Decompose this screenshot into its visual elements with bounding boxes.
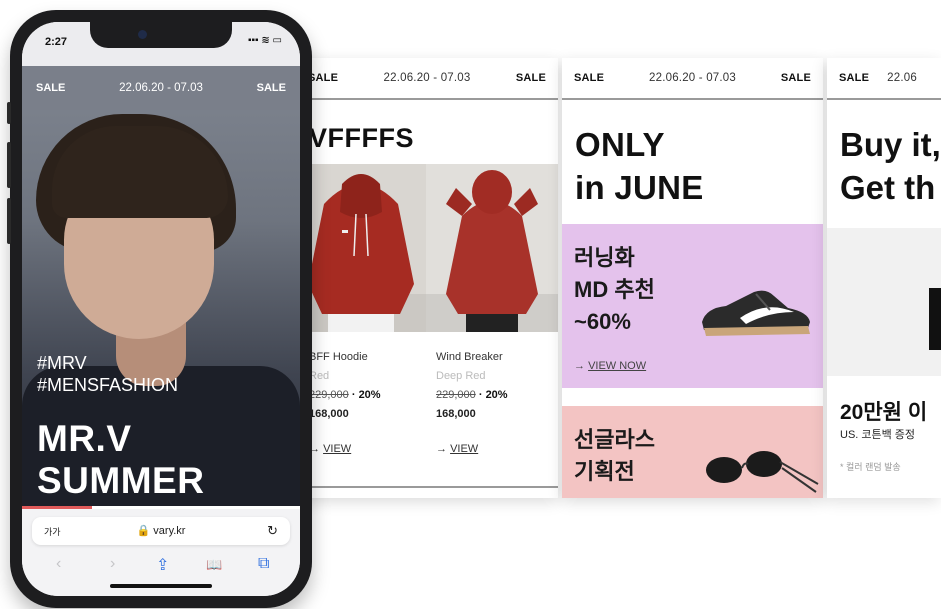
view-link-hoodie[interactable]: → VIEW [309, 443, 351, 455]
sale-label-left: SALE [308, 72, 339, 84]
sunglasses-promo[interactable]: 선글라스 기획전 [562, 406, 823, 498]
hero-banner[interactable]: SALE 22.06.20 - 07.03 SALE #MRV #MENSFAS… [22, 66, 300, 508]
product-name: Wind Breaker [436, 351, 503, 363]
view-now-link[interactable]: → VIEW NOW [574, 360, 646, 372]
promo-line: 기획전 [574, 459, 635, 484]
back-icon[interactable]: ‹ [56, 555, 61, 573]
title-line: Get th [840, 169, 936, 206]
title-line: ONLY [575, 126, 665, 163]
price-separator: · [351, 389, 356, 401]
front-camera [138, 30, 147, 39]
browser-toolbar: ‹ › ⇪ 📖 ⧉ [22, 555, 300, 577]
url-text[interactable]: 🔒 vary.kr [32, 524, 290, 537]
hashtag: #MENSFASHION [37, 375, 179, 395]
hashtag: #MRV [37, 353, 87, 373]
sale-label-left: SALE [574, 72, 605, 84]
hero-header: SALE 22.06.20 - 07.03 SALE [22, 66, 300, 110]
sale-period: 22.06.20 - 07.03 [649, 72, 736, 84]
product-color: Red [309, 370, 330, 382]
product-name: BFF Hoodie [309, 351, 368, 363]
view-link-label: VIEW [450, 443, 479, 455]
title-line: in JUNE [575, 169, 704, 206]
view-now-label: VIEW NOW [588, 360, 647, 372]
view-link-label: VIEW [323, 443, 352, 455]
tabs-icon[interactable]: ⧉ [258, 555, 269, 573]
notch [90, 22, 232, 48]
gift-bag-photo[interactable] [827, 228, 941, 376]
card-header: SALE 22.06 [827, 58, 941, 100]
home-indicator [110, 584, 212, 588]
signal-wifi-battery-icon: ▪▪▪ ≋ ▭ [247, 35, 282, 46]
sale-period: 22.06 [887, 72, 917, 84]
card-header: SALE 22.06.20 - 07.03 SALE [296, 58, 558, 100]
price-separator: · [478, 389, 483, 401]
hoodie-photo[interactable] [296, 164, 426, 332]
forward-icon[interactable]: › [110, 555, 115, 573]
silent-switch [7, 102, 11, 124]
sale-label-right: SALE [515, 72, 546, 84]
arrow-right-icon: → [436, 443, 447, 455]
running-shoes-promo[interactable]: 러닝화 MD 추천 ~60% → VIEW NOW [562, 224, 823, 388]
promo-line: 선글라스 [574, 427, 655, 452]
title-line: Buy it, [840, 126, 941, 163]
hero-title-line: SUMMER [37, 460, 205, 501]
card-header: SALE 22.06.20 - 07.03 SALE [562, 58, 823, 100]
sale-period: 22.06.20 - 07.03 [383, 72, 471, 84]
product-color: Deep Red [436, 370, 486, 382]
hero-title: MR.V SUMMER [37, 418, 204, 502]
view-link-windbreaker[interactable]: → VIEW [436, 443, 478, 455]
purchase-threshold: 20만원 이 [840, 401, 928, 424]
phone-screen: 2:27 ▪▪▪ ≋ ▭ SALE 22.06.20 - 07.03 SALE … [22, 22, 300, 596]
sale-period: 22.06.20 - 07.03 [119, 82, 203, 94]
promo-headline: 러닝화 MD 추천 ~60% [574, 242, 655, 338]
sale-label-left: SALE [839, 72, 870, 84]
iphone-mockup: 2:27 ▪▪▪ ≋ ▭ SALE 22.06.20 - 07.03 SALE … [7, 10, 312, 608]
hero-title-line: MR.V [37, 418, 132, 459]
sale-label-left: SALE [36, 82, 66, 94]
bookmarks-icon[interactable]: 📖 [206, 557, 222, 573]
promo-line: ~60% [574, 309, 631, 334]
sunglasses-image [706, 451, 819, 493]
share-icon[interactable]: ⇪ [156, 555, 169, 575]
promo-headline: 선글라스 기획전 [574, 424, 655, 488]
original-price: 229,000 [309, 389, 349, 401]
product-info-windbreaker: Wind Breaker Deep Red 229,000 · 20% 168,… [436, 348, 508, 424]
sale-label-right: SALE [780, 72, 811, 84]
discount-rate: 20% [485, 389, 508, 401]
hashtags: #MRV #MENSFASHION [37, 352, 178, 396]
gift-bag-handle [929, 288, 941, 350]
arrow-right-icon: → [574, 360, 585, 372]
reload-icon[interactable]: ↻ [267, 523, 278, 539]
original-price: 229,000 [436, 389, 476, 401]
brand-title: VFFFFS [309, 123, 414, 153]
running-shoe-image [702, 290, 810, 336]
gift-note: * 컬러 랜덤 발송 [840, 462, 901, 472]
browser-chrome: 가가 🔒 vary.kr ↻ ‹ › ⇪ 📖 ⧉ [22, 509, 300, 596]
volume-up-button [7, 142, 11, 188]
windbreaker-photo[interactable] [426, 164, 558, 332]
sale-card-only-in-june: SALE 22.06.20 - 07.03 SALE ONLY in JUNE … [562, 58, 823, 498]
sale-price: 168,000 [436, 408, 476, 420]
product-info-hoodie: BFF Hoodie Red 229,000 · 20% 168,000 [309, 348, 381, 424]
campaign-title: Buy it, Get th [840, 123, 941, 209]
campaign-title: ONLY in JUNE [575, 123, 704, 209]
sale-price: 168,000 [309, 408, 349, 420]
promo-line: 러닝화 [574, 245, 635, 270]
discount-rate: 20% [358, 389, 381, 401]
promo-line: MD 추천 [574, 277, 655, 302]
sale-card-buy-it-get-this: SALE 22.06 Buy it, Get th 20만원 이 US. 코튼백… [827, 58, 941, 498]
gift-description: US. 코튼백 증정 [840, 429, 916, 441]
card-bottom-rule [296, 486, 558, 488]
sale-card-vffffs: SALE 22.06.20 - 07.03 SALE VFFFFS BFF Ho… [296, 58, 558, 498]
status-time: 2:27 [45, 36, 68, 48]
address-bar[interactable]: 가가 🔒 vary.kr ↻ [32, 517, 290, 545]
volume-down-button [7, 198, 11, 244]
sale-label-right: SALE [256, 82, 286, 94]
